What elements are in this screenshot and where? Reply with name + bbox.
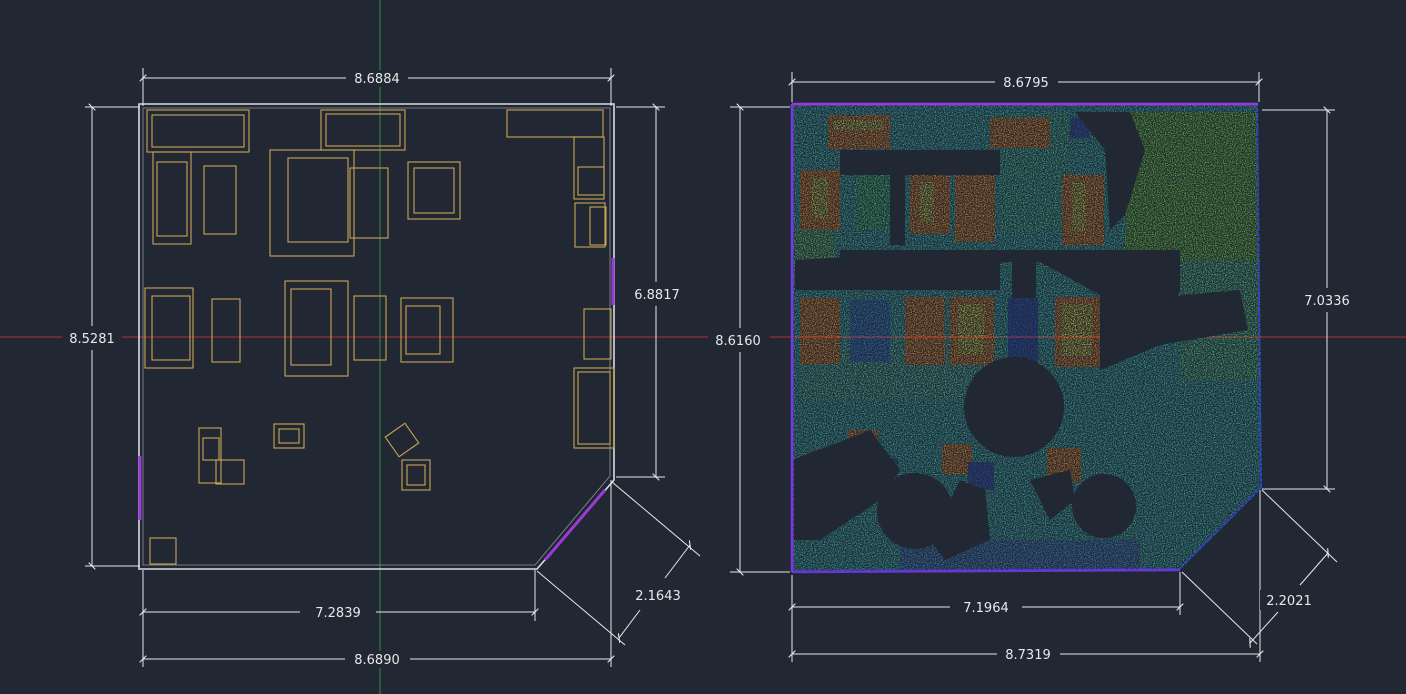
scan-dim-right-height: 7.0336 (1304, 294, 1350, 309)
scan-dim-bottom-total: 8.7319 (1005, 648, 1051, 663)
cad-viewport[interactable]: 8.6884 8.5281 6.8817 7.2839 8.6890 2.164… (0, 0, 1406, 694)
scan-dim-left-height: 8.6160 (715, 334, 761, 349)
left-floor-plan: 8.6884 8.5281 6.8817 7.2839 8.6890 2.164… (62, 68, 701, 668)
scan-dim-chamfer: 2.2021 (1266, 594, 1312, 609)
right-point-cloud-scan: 8.6795 8.6160 7.0336 7.1964 8.7319 2.202… (708, 72, 1360, 663)
dim-top-width: 8.6884 (354, 72, 400, 87)
door-chamfer (543, 489, 607, 561)
dimension-labels-left: 8.6884 8.5281 6.8817 7.2839 8.6890 2.164… (62, 70, 688, 668)
dim-bottom-total: 8.6890 (354, 653, 400, 668)
scan-dim-top-width: 8.6795 (1003, 76, 1049, 91)
dim-bottom-inner: 7.2839 (315, 606, 361, 621)
dim-right-height: 6.8817 (634, 288, 680, 303)
dim-chamfer: 2.1643 (635, 589, 681, 604)
dim-left-height: 8.5281 (69, 332, 115, 347)
scan-dim-bottom-inner: 7.1964 (963, 601, 1009, 616)
